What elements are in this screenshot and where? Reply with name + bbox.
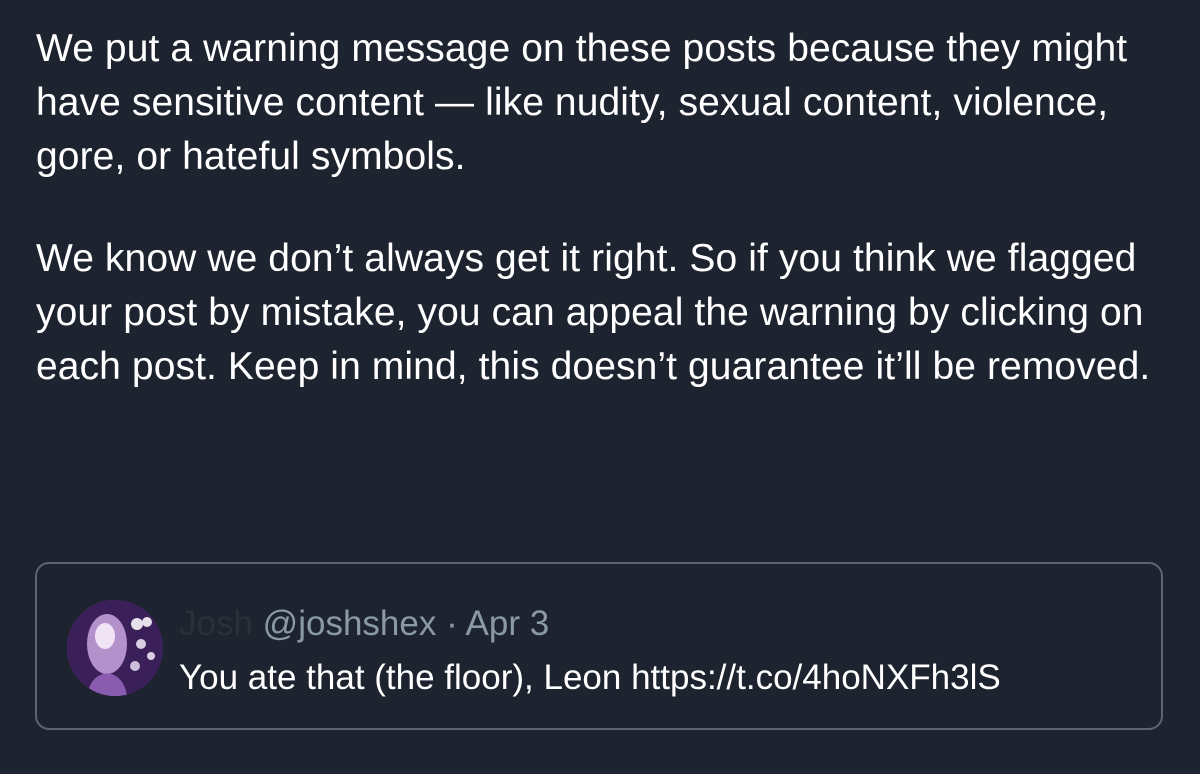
page: We put a warning message on these posts … — [0, 0, 1200, 774]
avatar-image-icon — [67, 600, 163, 696]
meta-separator: · — [446, 604, 458, 643]
post-date[interactable]: Apr 3 — [466, 604, 550, 643]
flagged-post-card[interactable]: Josh @joshshex · Apr 3 You ate that (the… — [35, 562, 1163, 730]
appeal-explanation-text: We know we don’t always get it right. So… — [36, 237, 1151, 388]
author-name[interactable]: Josh — [179, 604, 253, 643]
warning-explanation-text: We put a warning message on these posts … — [36, 27, 1128, 178]
post-text: You ate that (the floor), Leon https://t… — [179, 658, 1001, 697]
avatar[interactable] — [67, 600, 163, 696]
post-header: Josh @joshshex · Apr 3 — [179, 602, 549, 646]
author-handle[interactable]: @joshshex — [263, 604, 437, 643]
